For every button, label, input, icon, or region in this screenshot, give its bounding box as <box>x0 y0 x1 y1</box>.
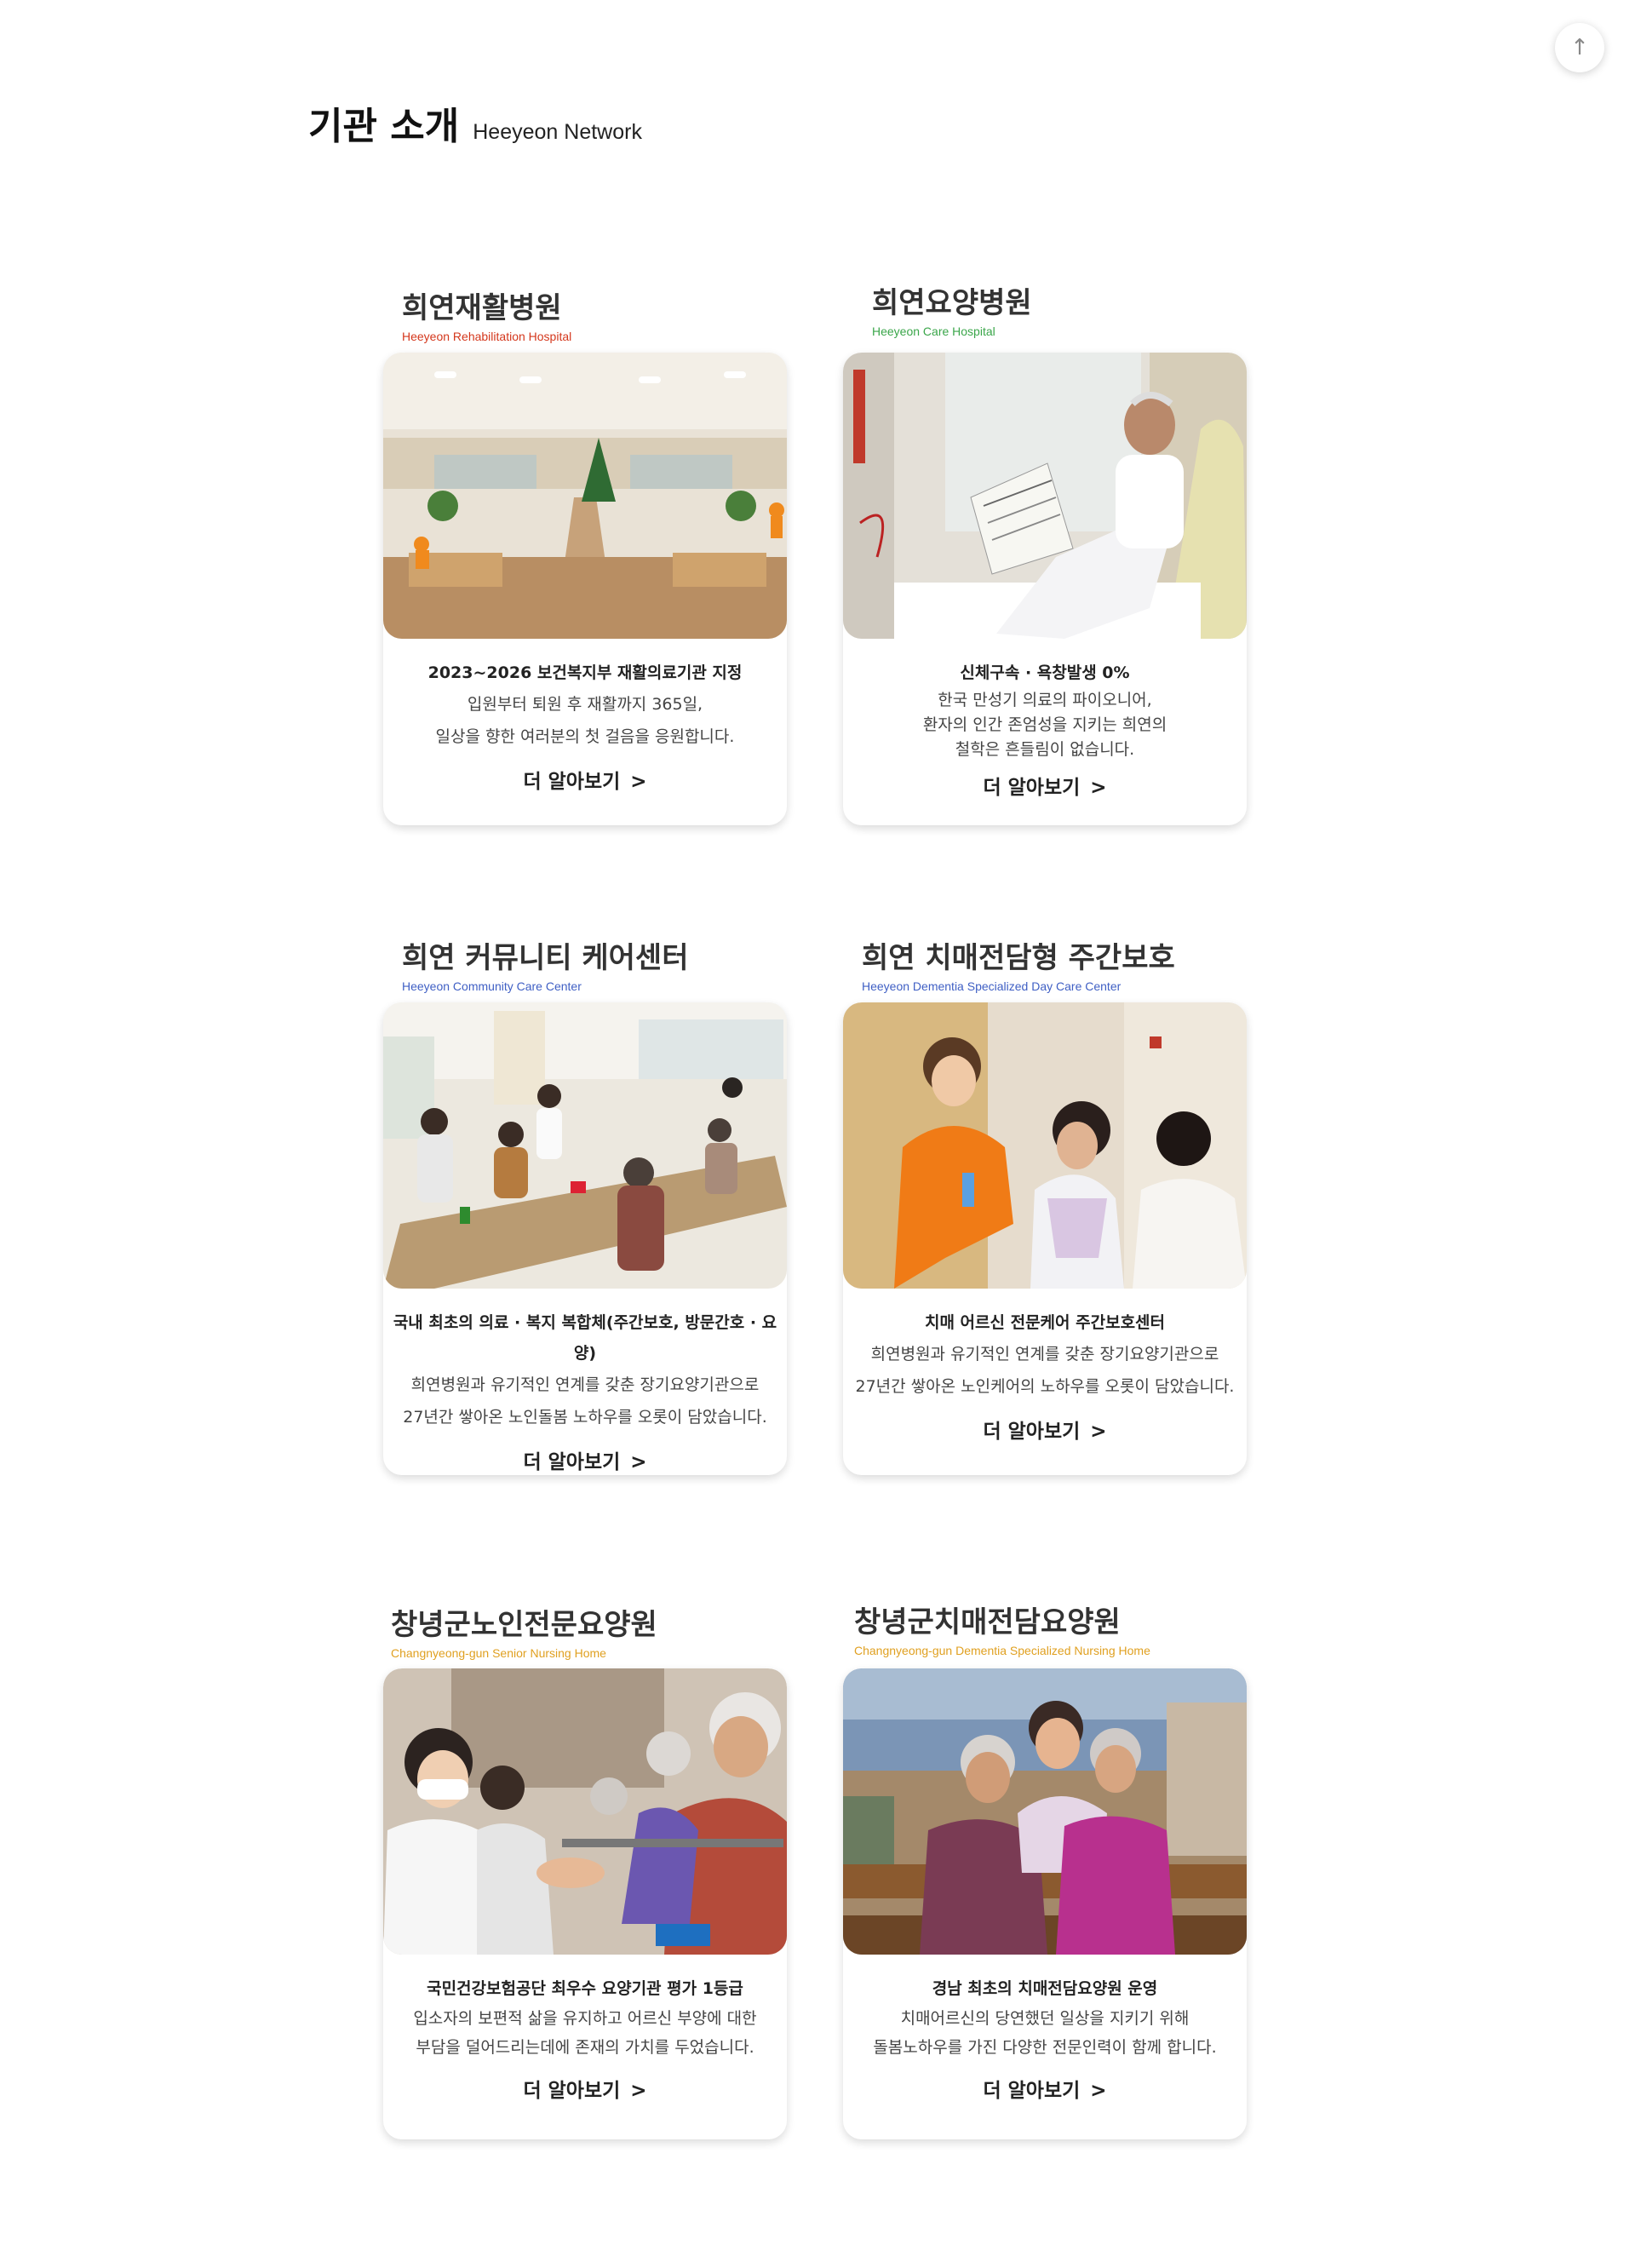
institution-card[interactable]: 치매 어르신 전문케어 주간보호센터 희연병원과 유기적인 연계를 갖춘 장기요… <box>843 1002 1247 1475</box>
card-text-line: 희연병원과 유기적인 연계를 갖춘 장기요양기관으로 <box>410 1375 760 1394</box>
learn-more-link[interactable]: 더 알아보기 > <box>983 1415 1106 1444</box>
learn-more-label: 더 알아보기 <box>523 771 621 793</box>
card-text-line: 치매어르신의 당연했던 일상을 지키기 위해 <box>900 2009 1190 2028</box>
institution-name-ko: 창녕군치매전담요양원 <box>854 1605 1121 1639</box>
institution-photo <box>383 353 787 639</box>
page-title: 기관 소개 Heeyeon Network <box>308 95 642 150</box>
card-headline: 치매 어르신 전문케어 주간보호센터 <box>924 1313 1166 1332</box>
card-text-line: 희연병원과 유기적인 연계를 갖춘 장기요양기관으로 <box>870 1345 1219 1364</box>
card-text-line: 일상을 향한 여러분의 첫 걸음을 응원합니다. <box>435 727 735 746</box>
chevron-right-icon: > <box>630 771 647 793</box>
institution-card[interactable]: 신체구속 · 욕창발생 0% 한국 만성기 의료의 파이오니어, 환자의 인간 … <box>843 353 1247 825</box>
learn-more-label: 더 알아보기 <box>983 2080 1081 2102</box>
institution-name-en: Heeyeon Community Care Center <box>402 979 582 993</box>
institution-photo <box>383 1668 787 1955</box>
learn-more-link[interactable]: 더 알아보기 > <box>983 771 1106 800</box>
learn-more-label: 더 알아보기 <box>983 1421 1081 1443</box>
institution-photo <box>843 1002 1247 1289</box>
card-text-line: 27년간 쌓아온 노인케어의 노하우를 오롯이 담았습니다. <box>855 1377 1235 1396</box>
card-headline: 신체구속 · 욕창발생 0% <box>960 663 1130 682</box>
chevron-right-icon: > <box>630 2080 647 2102</box>
institution-name-en: Changnyeong-gun Dementia Specialized Nur… <box>854 1644 1150 1657</box>
learn-more-label: 더 알아보기 <box>523 2080 621 2102</box>
institution-title: 희연요양병원 Heeyeon Care Hospital <box>872 279 1032 338</box>
institution-photo <box>843 353 1247 639</box>
chevron-right-icon: > <box>1090 2080 1107 2102</box>
learn-more-link[interactable]: 더 알아보기 > <box>983 2074 1106 2103</box>
institution-title: 희연재활병원 Heeyeon Rehabilitation Hospital <box>402 284 571 343</box>
card-text-line: 한국 만성기 의료의 파이오니어, <box>938 691 1152 709</box>
card-headline: 경남 최초의 치매전담요양원 운영 <box>932 1979 1158 1998</box>
institution-photo <box>383 1002 787 1289</box>
institution-name-en: Changnyeong-gun Senior Nursing Home <box>391 1646 606 1660</box>
institution-card[interactable]: 국민건강보험공단 최우수 요양기관 평가 1등급 입소자의 보편적 삶을 유지하… <box>383 1668 787 2139</box>
institution-card[interactable]: 2023~2026 보건복지부 재활의료기관 지정 입원부터 퇴원 후 재활까지… <box>383 353 787 825</box>
institution-title: 희연 치매전담형 주간보호 Heeyeon Dementia Specializ… <box>862 934 1175 993</box>
chevron-right-icon: > <box>1090 777 1107 799</box>
institution-name-ko: 희연 치매전담형 주간보호 <box>862 941 1175 975</box>
back-to-top-button[interactable]: ↑ <box>1555 23 1604 72</box>
institution-title: 희연 커뮤니티 케어센터 Heeyeon Community Care Cent… <box>402 934 688 993</box>
card-text-line: 입원부터 퇴원 후 재활까지 365일, <box>467 695 703 714</box>
learn-more-label: 더 알아보기 <box>523 1451 621 1473</box>
institution-name-ko: 희연요양병원 <box>872 286 1032 320</box>
institution-title: 창녕군노인전문요양원 Changnyeong-gun Senior Nursin… <box>391 1601 657 1660</box>
institution-name-en: Heeyeon Rehabilitation Hospital <box>402 330 572 343</box>
card-text-line: 부담을 덜어드리는데에 존재의 가치를 두었습니다. <box>416 2038 754 2057</box>
card-headline: 국내 최초의 의료 · 복지 복합체(주간보호, 방문간호 · 요양) <box>393 1313 777 1363</box>
institution-name-ko: 창녕군노인전문요양원 <box>391 1608 657 1642</box>
page-title-ko: 기관 소개 <box>308 105 460 148</box>
institution-card[interactable]: 국내 최초의 의료 · 복지 복합체(주간보호, 방문간호 · 요양) 희연병원… <box>383 1002 787 1475</box>
learn-more-link[interactable]: 더 알아보기 > <box>523 1445 646 1474</box>
learn-more-link[interactable]: 더 알아보기 > <box>523 765 646 794</box>
card-headline: 2023~2026 보건복지부 재활의료기관 지정 <box>427 663 743 682</box>
institution-name-ko: 희연 커뮤니티 케어센터 <box>402 941 689 975</box>
institution-photo <box>843 1668 1247 1955</box>
institution-name-en: Heeyeon Dementia Specialized Day Care Ce… <box>862 979 1122 993</box>
page-title-en: Heeyeon Network <box>473 120 642 144</box>
learn-more-link[interactable]: 더 알아보기 > <box>523 2074 646 2103</box>
card-text-line: 환자의 인간 존엄성을 지키는 희연의 <box>922 715 1167 734</box>
institution-card[interactable]: 경남 최초의 치매전담요양원 운영 치매어르신의 당연했던 일상을 지키기 위해… <box>843 1668 1247 2139</box>
card-text-line: 27년간 쌓아온 노인돌봄 노하우를 오롯이 담았습니다. <box>403 1408 767 1427</box>
institution-name-en: Heeyeon Care Hospital <box>872 324 995 338</box>
card-text-line: 철학은 흔들림이 없습니다. <box>955 740 1135 759</box>
card-text-line: 입소자의 보편적 삶을 유지하고 어르신 부양에 대한 <box>413 2009 757 2028</box>
chevron-right-icon: > <box>1090 1421 1107 1443</box>
learn-more-label: 더 알아보기 <box>983 777 1081 799</box>
arrow-up-icon: ↑ <box>1570 35 1589 60</box>
chevron-right-icon: > <box>630 1451 647 1473</box>
institution-name-ko: 희연재활병원 <box>402 291 562 325</box>
card-headline: 국민건강보험공단 최우수 요양기관 평가 1등급 <box>427 1979 743 1998</box>
institution-title: 창녕군치매전담요양원 Changnyeong-gun Dementia Spec… <box>854 1599 1150 1657</box>
card-text-line: 돌봄노하우를 가진 다양한 전문인력이 함께 합니다. <box>873 2038 1217 2057</box>
